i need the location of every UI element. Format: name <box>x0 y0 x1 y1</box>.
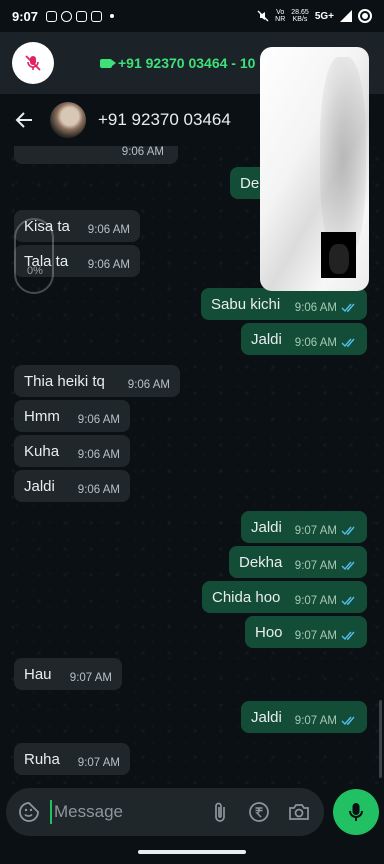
compose-bar <box>0 786 384 842</box>
status-bar: 9:07 Vo NR 28.65 KB/s 5G+ <box>0 0 384 32</box>
message-bubble-incoming[interactable]: Hmm 9:06 AM <box>14 400 130 432</box>
message-bubble-outgoing[interactable]: Chida hoo 9:07 AM <box>202 581 367 613</box>
message-bubble-incoming[interactable]: Ruha 9:07 AM <box>14 743 130 775</box>
message-time: 9:07 AM <box>294 525 337 537</box>
message-time: 9:07 AM <box>294 630 337 642</box>
message-time: 9:06 AM <box>77 484 120 496</box>
message-text: Jaldi <box>24 477 55 495</box>
gesture-nav-handle[interactable] <box>138 850 246 854</box>
mic-off-icon <box>25 55 41 71</box>
back-arrow-icon <box>15 112 32 128</box>
message-text: Dekha <box>239 553 283 571</box>
read-ticks-icon <box>341 561 355 571</box>
message-time: 9:07 AM <box>77 757 120 769</box>
message-bubble-incoming[interactable]: Thia heiki tq 9:06 AM <box>14 365 180 397</box>
message-text: Hoo <box>255 623 283 641</box>
message-bubble-outgoing[interactable]: Hoo 9:07 AM <box>245 616 367 648</box>
message-text: Thia heiki tq <box>24 372 105 390</box>
voice-message-button[interactable] <box>333 789 379 835</box>
message-bubble-incoming[interactable]: Kuha 9:06 AM <box>14 435 130 467</box>
read-ticks-icon <box>341 526 355 536</box>
message-time: 9:06 AM <box>77 449 120 461</box>
video-notification-icon <box>46 10 58 22</box>
message-text: Chida hoo <box>212 588 281 606</box>
message-text: Hmm <box>24 407 60 425</box>
chat-scrollbar[interactable] <box>379 700 382 778</box>
volte-indicator: Vo NR <box>275 9 285 23</box>
message-time: 9:07 AM <box>294 715 337 727</box>
payment-rupee-icon[interactable] <box>248 801 270 823</box>
message-time: 9:07 AM <box>294 595 337 607</box>
video-call-icon <box>100 58 116 68</box>
system-status: Vo NR 28.65 KB/s 5G+ <box>257 9 372 23</box>
back-button[interactable] <box>12 108 36 132</box>
message-bubble-outgoing[interactable]: Jaldi 9:07 AM <box>241 701 367 733</box>
read-ticks-icon <box>341 631 355 641</box>
message-bubble-incoming[interactable]: Jaldi 9:06 AM <box>14 470 130 502</box>
attach-icon[interactable] <box>210 801 230 823</box>
message-time: 9:07 AM <box>69 672 112 684</box>
speed-value: 28.65 <box>291 9 309 16</box>
speed-unit: KB/s <box>292 16 308 23</box>
call-status-text: +91 92370 03464 - 10 <box>118 55 256 71</box>
message-text: De <box>240 174 260 192</box>
message-time: 9:06 AM <box>294 337 337 349</box>
notification-icons <box>46 10 115 22</box>
read-ticks-icon <box>341 303 355 313</box>
network-speed: 28.65 KB/s <box>291 9 309 23</box>
mute-icon <box>257 10 269 22</box>
message-bubble-outgoing[interactable]: Dekha 9:07 AM <box>229 546 367 578</box>
message-time: 9:06 AM <box>127 379 170 391</box>
message-time: 9:06 AM <box>294 302 337 314</box>
instagram-notification-icon-2 <box>91 10 103 22</box>
sticker-icon[interactable] <box>18 801 40 823</box>
message-time: 9:06 AM <box>87 224 130 236</box>
read-ticks-icon <box>341 338 355 348</box>
signal-icon <box>340 10 352 22</box>
instagram-notification-icon <box>76 10 88 22</box>
message-time: 9:06 AM <box>77 414 120 426</box>
message-bubble-incoming[interactable]: Hau 9:07 AM <box>14 658 122 690</box>
message-bubble-outgoing[interactable]: Jaldi 9:06 AM <box>241 323 367 355</box>
network-type: 5G+ <box>314 10 334 22</box>
camera-icon[interactable] <box>288 802 310 822</box>
message-text: Sabu kichi <box>211 295 281 313</box>
composer-actions <box>210 801 310 823</box>
self-video-feed[interactable] <box>321 232 356 278</box>
message-text: Jaldi <box>251 708 282 726</box>
message-bubble-incoming[interactable]: 9:06 AM <box>14 146 178 164</box>
call-status[interactable]: +91 92370 03464 - 10 <box>100 55 255 71</box>
message-text: Kuha <box>24 442 60 460</box>
battery-icon <box>358 9 372 23</box>
message-text: Hau <box>24 665 52 683</box>
contact-name[interactable]: +91 92370 03464 <box>98 110 231 130</box>
progress-label: 0% <box>27 265 43 277</box>
remote-video-feed <box>320 57 366 257</box>
read-ticks-icon <box>341 596 355 606</box>
mute-mic-button[interactable] <box>12 42 54 84</box>
contact-avatar[interactable] <box>50 102 86 138</box>
volte-sub-label: NR <box>275 16 286 23</box>
status-time: 9:07 <box>12 8 39 24</box>
message-time: 9:06 AM <box>87 259 130 271</box>
message-time: 9:07 AM <box>294 560 337 572</box>
message-bubble-outgoing[interactable]: Sabu kichi 9:06 AM <box>201 288 367 320</box>
mic-icon <box>349 803 363 821</box>
video-call-preview[interactable] <box>260 47 369 291</box>
message-composer <box>6 788 324 836</box>
volte-label: Vo <box>276 9 285 16</box>
message-text: Jaldi <box>251 330 282 348</box>
message-text: Jaldi <box>251 518 282 536</box>
media-download-progress[interactable] <box>14 218 54 294</box>
more-notifications-icon <box>110 14 115 18</box>
whatsapp-notification-icon <box>61 10 73 22</box>
read-ticks-icon <box>341 716 355 726</box>
message-input[interactable] <box>50 800 190 824</box>
message-bubble-outgoing[interactable]: Jaldi 9:07 AM <box>241 511 367 543</box>
message-text: Ruha <box>24 750 60 768</box>
message-time: 9:06 AM <box>121 146 164 158</box>
